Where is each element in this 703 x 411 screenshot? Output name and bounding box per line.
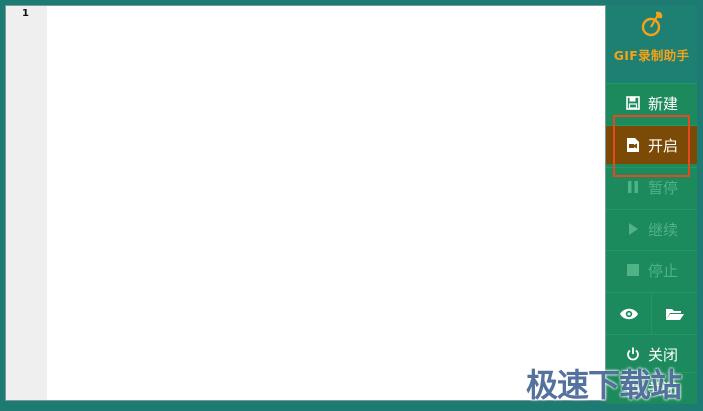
- folder-open-icon: [665, 308, 684, 320]
- capture-area[interactable]: 1: [5, 5, 606, 401]
- eye-icon: [619, 308, 638, 319]
- pause-button-label: 暂停: [647, 178, 678, 197]
- new-button-label: 新建: [647, 94, 678, 113]
- floppy-disk-icon: [625, 95, 641, 111]
- line-number: 1: [22, 8, 29, 19]
- control-panel: GIF录制助手 新建 开启 暂停 继续 停止 关闭: [606, 5, 697, 403]
- stop-button-label: 停止: [647, 261, 678, 280]
- play-icon: [625, 221, 641, 237]
- leaf-logo-icon: [641, 11, 663, 37]
- open-folder-button[interactable]: [652, 292, 697, 334]
- stop-button[interactable]: 停止: [606, 250, 697, 289]
- resume-button[interactable]: 继续: [606, 209, 697, 248]
- app-title: GIF录制助手: [613, 48, 690, 63]
- line-gutter: 1: [6, 6, 47, 400]
- pause-icon: [625, 179, 641, 195]
- start-button-highlight: [613, 115, 690, 177]
- watermark: 极速下载站: [526, 366, 682, 404]
- resume-button-label: 继续: [647, 220, 678, 239]
- stop-icon: [625, 262, 641, 278]
- logo-block: GIF录制助手: [606, 5, 697, 83]
- preview-button[interactable]: [606, 292, 652, 334]
